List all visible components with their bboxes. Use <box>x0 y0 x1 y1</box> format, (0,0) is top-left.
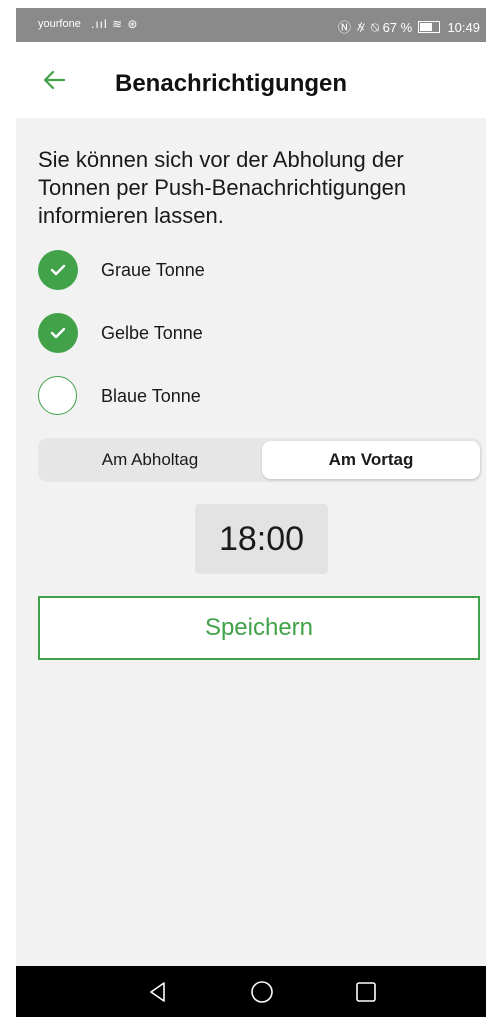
time-picker[interactable]: 18:00 <box>195 504 328 574</box>
signal-wifi-icons: .ııl ≋ ⊛ <box>91 17 139 31</box>
checkbox-checked[interactable] <box>38 313 78 353</box>
option-gelbe-tonne[interactable]: Gelbe Tonne <box>38 311 458 355</box>
option-label: Blaue Tonne <box>101 386 201 406</box>
battery-percent: 67 % <box>382 20 413 35</box>
checkmark-icon <box>50 327 66 339</box>
option-label: Gelbe Tonne <box>101 323 203 343</box>
phone-screen: yourfone .ııl ≋ ⊛ Ⓝ ∦ ⍉ 67 % 10:49 Benac… <box>16 8 486 1017</box>
nfc-bt-icons: Ⓝ ∦ ⍉ <box>337 20 383 35</box>
nav-back-icon[interactable] <box>144 978 172 1006</box>
segment-am-abholtag[interactable]: Am Abholtag <box>41 441 259 479</box>
carrier-label: yourfone <box>38 18 81 30</box>
option-blaue-tonne[interactable]: Blaue Tonne <box>38 374 458 418</box>
save-button[interactable]: Speichern <box>38 596 480 660</box>
clock: 10:49 <box>447 20 480 35</box>
option-graue-tonne[interactable]: Graue Tonne <box>38 248 458 292</box>
back-button[interactable] <box>36 62 72 98</box>
battery-icon <box>417 21 440 33</box>
status-bar: yourfone .ııl ≋ ⊛ Ⓝ ∦ ⍉ 67 % 10:49 <box>16 8 486 42</box>
option-label: Graue Tonne <box>101 260 205 280</box>
nav-home-icon[interactable] <box>248 978 276 1006</box>
day-segmented-control: Am Abholtag Am Vortag <box>38 438 482 482</box>
nav-recent-icon[interactable] <box>352 978 380 1006</box>
status-right: Ⓝ ∦ ⍉ 67 % 10:49 <box>338 17 480 36</box>
checkbox-checked[interactable] <box>38 250 78 290</box>
navigation-bar <box>16 966 486 1017</box>
app-bar: Benachrichtigungen <box>16 42 486 118</box>
page-title: Benachrichtigungen <box>115 70 348 97</box>
segment-am-vortag[interactable]: Am Vortag <box>262 441 480 479</box>
description-text: Sie können sich vor der Abholung der Ton… <box>38 147 407 228</box>
arrow-left-icon <box>43 70 65 90</box>
checkmark-icon <box>50 264 66 276</box>
checkbox-unchecked[interactable] <box>38 376 77 415</box>
